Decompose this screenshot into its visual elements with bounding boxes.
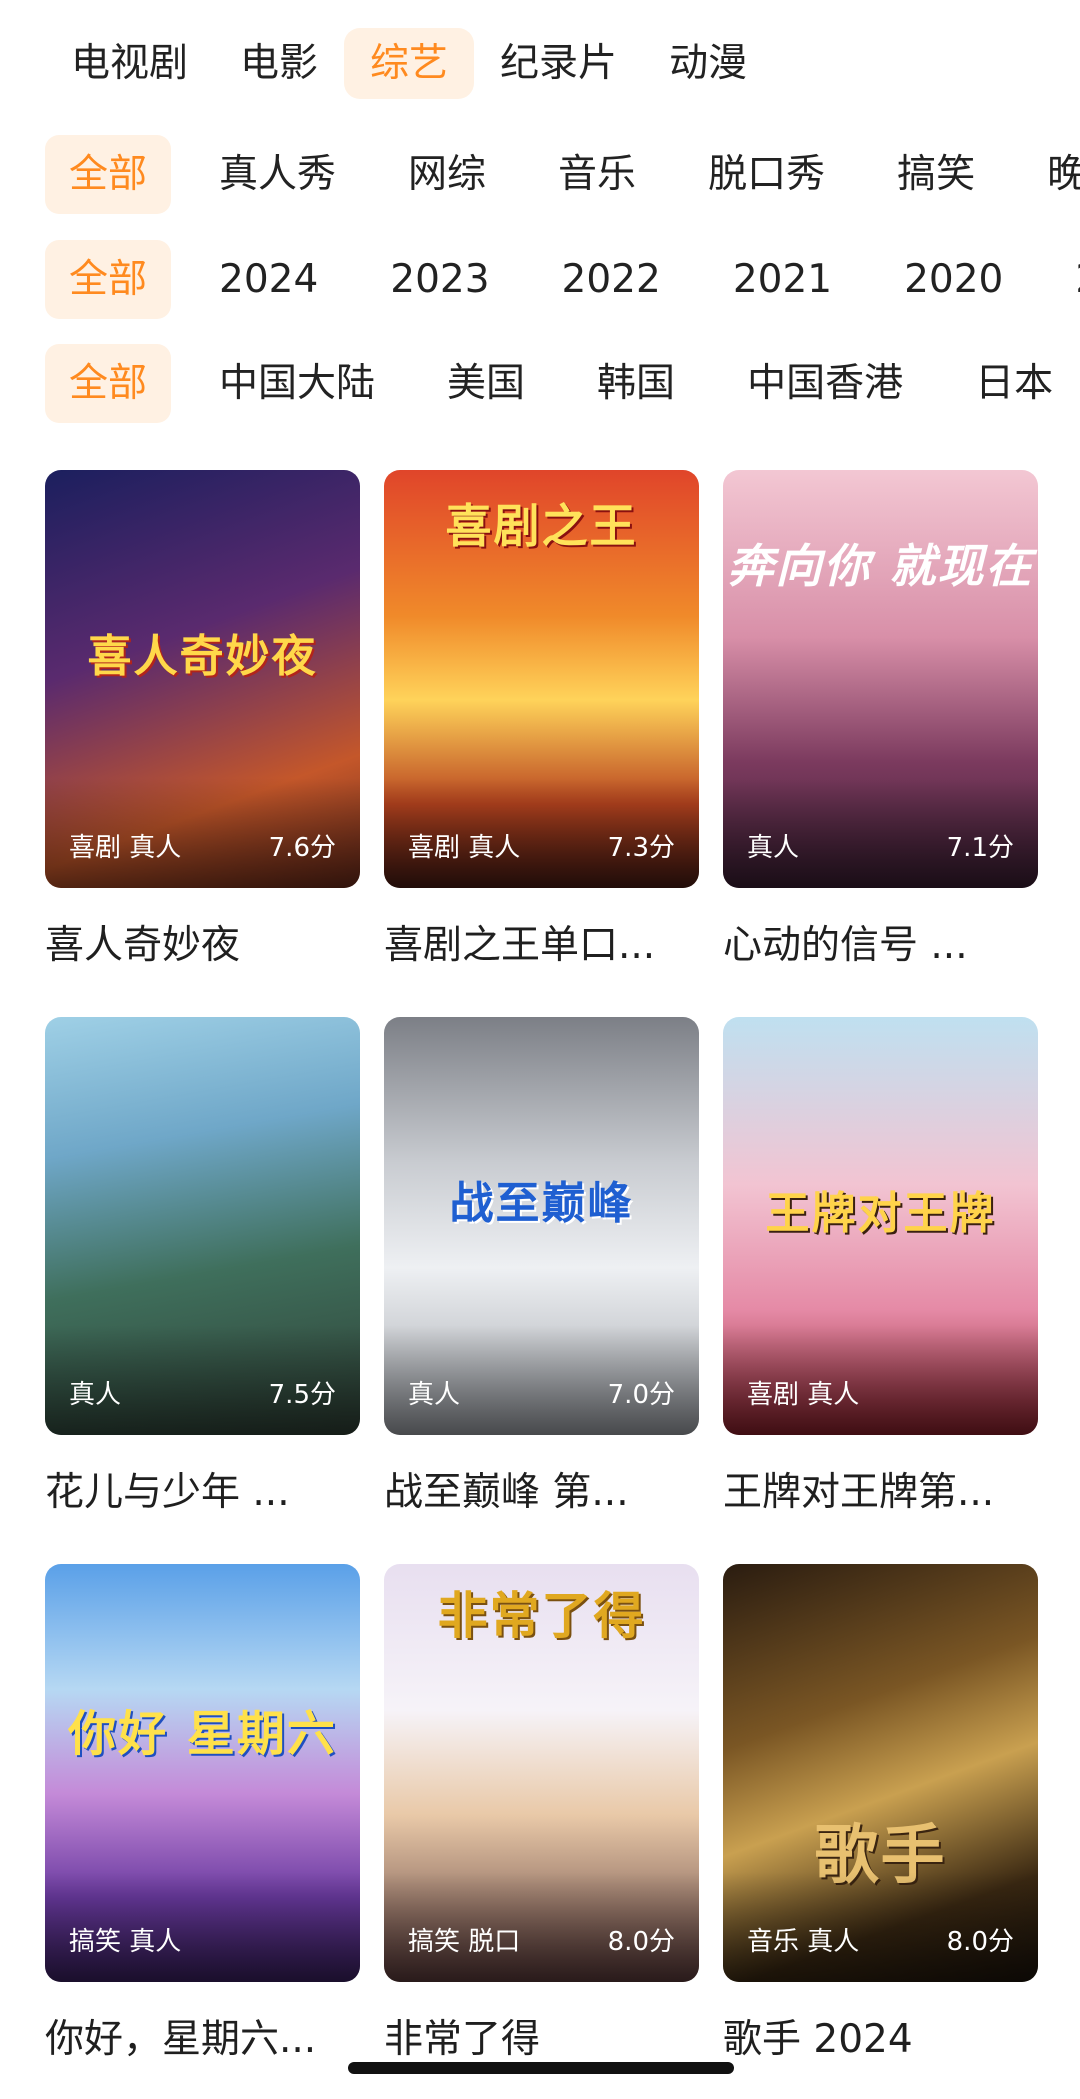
show-card[interactable]: 真人 7.5分 花儿与少年 ...: [45, 1017, 360, 1517]
poster-art-text: 你好 星期六: [68, 1706, 337, 1762]
poster-image[interactable]: 喜剧之王 喜剧 真人 7.3分: [384, 470, 699, 888]
card-title: 心动的信号 ...: [723, 923, 968, 968]
card-tags: 喜剧 真人: [69, 833, 182, 863]
show-card[interactable]: 战至巅峰 真人 7.0分 战至巅峰 第...: [384, 1017, 699, 1517]
show-card[interactable]: 歌手 音乐 真人 8.0分 歌手 2024: [723, 1564, 1038, 2064]
poster-image[interactable]: 歌手 音乐 真人 8.0分: [723, 1564, 1038, 1982]
poster-image[interactable]: 真人 7.5分: [45, 1017, 360, 1435]
card-tags: 喜剧 真人: [408, 833, 521, 863]
show-card[interactable]: 你好 星期六 搞笑 真人 你好，星期六...: [45, 1564, 360, 2064]
poster-art-text: 喜人奇妙夜: [87, 631, 318, 682]
genre-chip[interactable]: 真人秀: [195, 135, 360, 214]
poster-image[interactable]: 你好 星期六 搞笑 真人: [45, 1564, 360, 1982]
poster-art-text: 战至巅峰: [449, 1178, 634, 1229]
card-title: 非常了得: [384, 2017, 541, 2062]
region-chip[interactable]: 中国大陆: [195, 344, 399, 423]
tab-variety[interactable]: 综艺: [344, 28, 475, 99]
genre-chip-all[interactable]: 全部: [45, 135, 172, 214]
show-card[interactable]: 喜剧之王 喜剧 真人 7.3分 喜剧之王单口...: [384, 470, 699, 970]
poster-art-text: 王牌对王牌: [765, 1188, 996, 1239]
card-score: 7.3分: [607, 833, 675, 863]
show-card[interactable]: 非常了得 搞笑 脱口 8.0分 非常了得: [384, 1564, 699, 2064]
region-chip[interactable]: 美国: [423, 344, 549, 423]
region-chip[interactable]: 日本: [951, 344, 1077, 423]
home-indicator[interactable]: [348, 2062, 734, 2074]
card-tags: 搞笑 脱口: [408, 1927, 521, 1957]
card-tags: 喜剧 真人: [747, 1380, 860, 1410]
year-chip[interactable]: 2020: [880, 240, 1027, 319]
region-chip[interactable]: 韩国: [573, 344, 699, 423]
region-chip-all[interactable]: 全部: [45, 344, 172, 423]
poster-image[interactable]: 战至巅峰 真人 7.0分: [384, 1017, 699, 1435]
poster-image[interactable]: 王牌对王牌 喜剧 真人: [723, 1017, 1038, 1435]
card-score: 7.6分: [268, 833, 336, 863]
tab-anime[interactable]: 动漫: [643, 28, 773, 99]
year-chip[interactable]: 2021: [709, 240, 856, 319]
card-tags: 真人: [408, 1380, 461, 1410]
poster-art-text: 奔向你 就现在: [727, 539, 1034, 593]
poster-art-text: 喜剧之王: [445, 499, 638, 553]
card-title: 王牌对王牌第...: [723, 1470, 995, 1515]
card-title: 喜人奇妙夜: [45, 923, 241, 968]
card-title: 花儿与少年 ...: [45, 1470, 290, 1515]
card-title: 歌手 2024: [723, 2017, 913, 2062]
poster-image[interactable]: 喜人奇妙夜 喜剧 真人 7.6分: [45, 470, 360, 888]
card-tags: 真人: [69, 1380, 122, 1410]
tab-tv[interactable]: 电视剧: [45, 28, 214, 99]
card-title: 你好，星期六...: [45, 2017, 317, 2062]
region-filter-row: 全部 中国大陆 美国 韩国 中国香港 日本 英国: [45, 344, 1080, 423]
year-chip[interactable]: 2023: [366, 240, 513, 319]
poster-art-text: 非常了得: [437, 1586, 646, 1645]
tab-documentary[interactable]: 纪录片: [474, 28, 643, 99]
genre-chip[interactable]: 脱口秀: [684, 135, 849, 214]
region-chip[interactable]: 中国香港: [723, 344, 927, 423]
poster-image[interactable]: 奔向你 就现在 真人 7.1分: [723, 470, 1038, 888]
year-filter-row: 全部 2024 2023 2022 2021 2020 2019 20: [45, 240, 1080, 319]
genre-filter-row: 全部 真人秀 网综 音乐 脱口秀 搞笑 晚会 访: [45, 135, 1080, 214]
show-card[interactable]: 喜人奇妙夜 喜剧 真人 7.6分 喜人奇妙夜: [45, 470, 360, 970]
show-card[interactable]: 奔向你 就现在 真人 7.1分 心动的信号 ...: [723, 470, 1038, 970]
genre-chip[interactable]: 音乐: [534, 135, 660, 214]
card-score: 8.0分: [607, 1927, 675, 1957]
genre-chip[interactable]: 搞笑: [873, 135, 999, 214]
genre-chip[interactable]: 晚会: [1023, 135, 1080, 214]
poster-image[interactable]: 非常了得 搞笑 脱口 8.0分: [384, 1564, 699, 1982]
card-score: 8.0分: [946, 1927, 1014, 1957]
card-score: 7.5分: [268, 1380, 336, 1410]
year-chip[interactable]: 2024: [195, 240, 342, 319]
card-tags: 音乐 真人: [747, 1927, 860, 1957]
card-score: 7.0分: [607, 1380, 675, 1410]
show-card[interactable]: 王牌对王牌 喜剧 真人 王牌对王牌第...: [723, 1017, 1038, 1517]
tab-movie[interactable]: 电影: [214, 28, 344, 99]
genre-chip[interactable]: 网综: [384, 135, 510, 214]
year-chip[interactable]: 2019: [1051, 240, 1080, 319]
year-chip-all[interactable]: 全部: [45, 240, 172, 319]
year-chip[interactable]: 2022: [538, 240, 685, 319]
category-tabs: 电视剧 电影 综艺 纪录片 动漫: [45, 28, 773, 99]
card-score: 7.1分: [946, 833, 1014, 863]
card-title: 喜剧之王单口...: [384, 923, 656, 968]
card-tags: 真人: [747, 833, 800, 863]
card-title: 战至巅峰 第...: [384, 1470, 629, 1515]
card-tags: 搞笑 真人: [69, 1927, 182, 1957]
